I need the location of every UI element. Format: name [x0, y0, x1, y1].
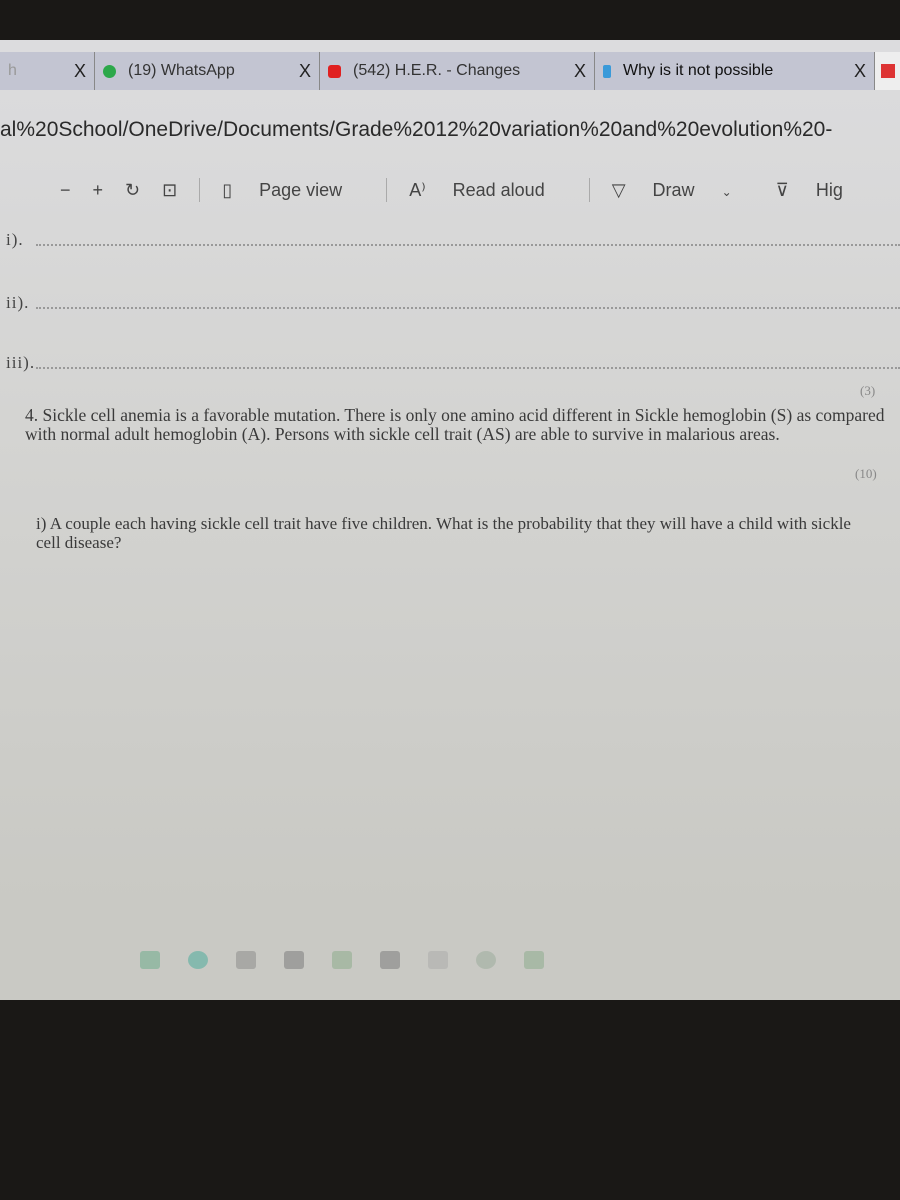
- app-icon[interactable]: [140, 951, 160, 969]
- dotted-line: [36, 234, 900, 246]
- divider: [588, 178, 590, 202]
- tab-label: h: [8, 62, 17, 79]
- highlighter-icon: ⊽: [775, 179, 794, 200]
- marks-label: (3): [860, 383, 876, 398]
- taskbar: [140, 940, 900, 980]
- document-page: i). ii). iii). (3) 4. Sickle cell anemia…: [0, 220, 900, 940]
- zoom-in-button[interactable]: +: [93, 180, 104, 201]
- marks-label: (10): [855, 466, 877, 481]
- youtube-icon: [328, 64, 341, 78]
- divider: [386, 178, 388, 202]
- screen: hX (19) WhatsApp X (542) H.E.R. - Changes…: [0, 40, 900, 1000]
- rotate-icon[interactable]: ↻: [125, 180, 140, 201]
- answer-line-1: i).: [6, 230, 24, 249]
- answer-line-2: ii).: [6, 293, 30, 312]
- question-text: 4. Sickle cell anemia is a favorable mut…: [25, 405, 885, 444]
- dotted-line: [36, 297, 900, 309]
- draw-label: Draw: [652, 179, 695, 200]
- tab-bar: hX (19) WhatsApp X (542) H.E.R. - Changes…: [0, 52, 900, 90]
- app-icon[interactable]: [188, 951, 208, 969]
- tab-bing[interactable]: Why is it not possible X: [595, 52, 875, 90]
- answer-line-3: iii).: [6, 353, 36, 372]
- draw-button[interactable]: ▽ Draw ⌄: [612, 180, 754, 201]
- dotted-line: [36, 357, 900, 369]
- highlight-button[interactable]: ⊽ Hig: [776, 180, 865, 201]
- fit-page-icon[interactable]: ⊡: [162, 180, 177, 201]
- tab-youtube[interactable]: (542) H.E.R. - Changes X: [320, 52, 595, 90]
- tab-label: Why is it not possible: [623, 62, 774, 79]
- chevron-down-icon: ⌄: [721, 184, 732, 199]
- tab-label: (542) H.E.R. - Changes: [353, 62, 521, 79]
- app-icon[interactable]: [332, 951, 352, 969]
- read-aloud-label: Read aloud: [452, 179, 545, 200]
- read-aloud-icon: A⁾: [409, 179, 431, 200]
- pdf-toolbar: − + ↻ ⊡ ▯ Page view A⁾ Read aloud ▽ Draw…: [0, 178, 900, 202]
- app-icon[interactable]: [428, 951, 448, 969]
- pdf-icon: [880, 64, 895, 78]
- app-icon[interactable]: [380, 951, 400, 969]
- read-aloud-button[interactable]: A⁾ Read aloud: [409, 180, 567, 201]
- page-view-icon: ▯: [222, 179, 238, 200]
- app-icon[interactable]: [524, 951, 544, 969]
- close-icon[interactable]: X: [283, 61, 311, 82]
- tab-0[interactable]: hX: [0, 52, 95, 90]
- tab-pdf[interactable]: [875, 52, 900, 90]
- divider: [199, 178, 201, 202]
- app-icon[interactable]: [284, 951, 304, 969]
- highlight-label: Hig: [815, 179, 843, 200]
- close-icon[interactable]: X: [558, 61, 586, 82]
- whatsapp-icon: [103, 64, 116, 78]
- close-icon[interactable]: X: [58, 61, 86, 82]
- pen-icon: ▽: [611, 179, 631, 200]
- close-icon[interactable]: X: [838, 61, 866, 82]
- address-bar[interactable]: al%20School/OneDrive/Documents/Grade%201…: [0, 118, 832, 142]
- app-icon[interactable]: [236, 951, 256, 969]
- app-icon[interactable]: [476, 951, 496, 969]
- page-view-button[interactable]: ▯ Page view: [222, 180, 364, 201]
- tab-label: (19) WhatsApp: [128, 62, 235, 79]
- zoom-out-button[interactable]: −: [60, 180, 71, 201]
- bing-icon: [603, 64, 611, 78]
- tab-whatsapp[interactable]: (19) WhatsApp X: [95, 52, 320, 90]
- sub-question-text: i) A couple each having sickle cell trai…: [36, 514, 851, 552]
- page-view-label: Page view: [259, 179, 343, 200]
